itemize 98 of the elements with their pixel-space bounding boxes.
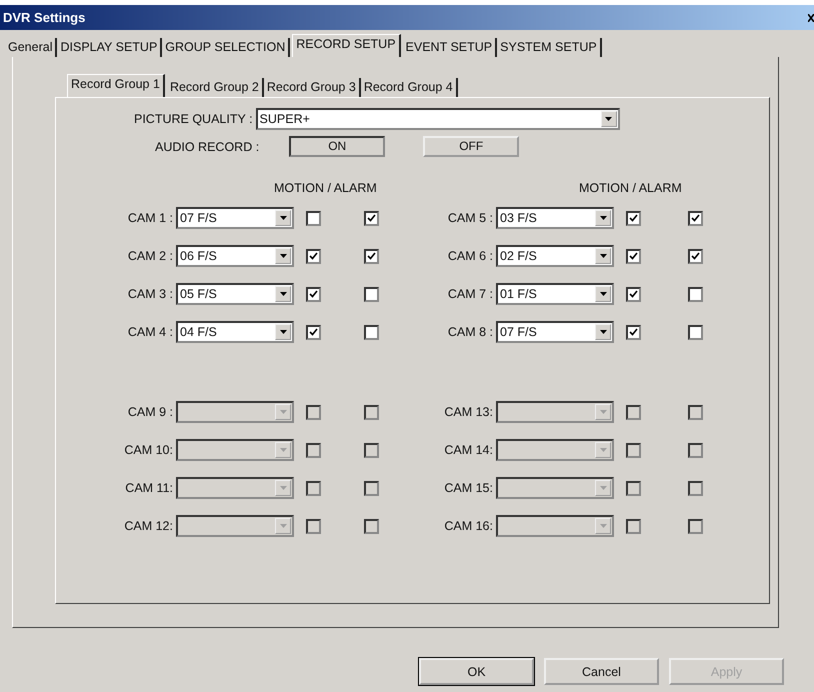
dialog-button[interactable]: OK <box>419 658 534 685</box>
column-header: MOTION / ALARM <box>579 181 683 197</box>
checkmark-icon <box>309 328 318 336</box>
checkbox[interactable] <box>364 248 379 264</box>
camera-label: CAM 5 : <box>446 211 494 225</box>
caret-icon <box>280 292 286 296</box>
caret-icon <box>600 448 606 452</box>
window-title: DVR Settings <box>3 10 86 25</box>
camera-label: CAM 14: <box>443 443 494 457</box>
tab[interactable]: Record Group 1 <box>67 74 165 97</box>
camera-label: CAM 16: <box>443 519 494 533</box>
camera-label: CAM 4 : <box>126 325 174 339</box>
tab[interactable]: Record Group 3 <box>264 78 361 97</box>
checkbox[interactable] <box>626 324 641 340</box>
checkbox[interactable] <box>688 324 703 340</box>
caret-icon <box>280 486 286 490</box>
camera-label: CAM 9 : <box>126 405 174 419</box>
column-header: MOTION / ALARM <box>274 181 378 197</box>
caret-icon <box>280 448 286 452</box>
camera-label: CAM 15: <box>443 481 494 495</box>
camera-label: CAM 13: <box>443 405 494 419</box>
caret-icon <box>600 292 606 296</box>
tab[interactable]: General <box>5 38 58 57</box>
dropdown-button[interactable] <box>275 286 291 302</box>
caret-icon <box>280 330 286 334</box>
checkbox[interactable] <box>626 286 641 302</box>
caret-icon <box>600 524 606 528</box>
camera-label: CAM 6 : <box>446 249 494 263</box>
frame-rate-dropdown[interactable]: 05 F/S <box>176 283 294 305</box>
toggle-button[interactable]: OFF <box>423 136 520 157</box>
tab[interactable]: DISPLAY SETUP <box>57 38 162 57</box>
checkbox[interactable] <box>626 248 641 264</box>
tab[interactable]: Record Group 4 <box>360 78 458 97</box>
checkbox[interactable] <box>626 210 641 226</box>
camera-label: CAM 7 : <box>446 287 494 301</box>
tab[interactable]: GROUP SELECTION <box>162 38 290 57</box>
caret-icon <box>280 524 286 528</box>
checkbox[interactable] <box>688 286 703 302</box>
caret-icon <box>600 216 606 220</box>
checkbox[interactable] <box>306 286 321 302</box>
checkbox[interactable] <box>364 210 379 226</box>
close-icon[interactable] <box>808 14 814 22</box>
dropdown-button[interactable] <box>595 248 611 264</box>
dropdown-button[interactable] <box>595 210 611 226</box>
frame-rate-dropdown[interactable]: 07 F/S <box>496 321 614 343</box>
caret-icon <box>600 330 606 334</box>
dropdown-button[interactable] <box>595 286 611 302</box>
checkmark-icon <box>629 214 638 222</box>
checkmark-icon <box>691 252 700 260</box>
checkbox[interactable] <box>306 324 321 340</box>
frame-rate-dropdown[interactable]: 07 F/S <box>176 207 294 229</box>
checkmark-icon <box>629 290 638 298</box>
dialog-button[interactable]: Cancel <box>544 658 659 685</box>
caret-icon <box>280 254 286 258</box>
tab[interactable]: SYSTEM SETUP <box>497 38 602 57</box>
camera-label: CAM 11: <box>124 481 174 495</box>
tab[interactable]: EVENT SETUP <box>402 38 498 57</box>
field-label: AUDIO RECORD : <box>155 140 260 154</box>
checkbox[interactable] <box>364 286 379 302</box>
tab[interactable]: RECORD SETUP <box>292 34 401 57</box>
camera-label: CAM 2 : <box>126 249 174 263</box>
dropdown-button[interactable] <box>275 210 291 226</box>
checkbox[interactable] <box>306 210 321 226</box>
checkmark-icon <box>629 328 638 336</box>
camera-label: CAM 12: <box>123 519 174 533</box>
field-label: PICTURE QUALITY : <box>134 112 253 126</box>
dropdown-button[interactable] <box>275 324 291 340</box>
frame-rate-dropdown[interactable]: 01 F/S <box>496 283 614 305</box>
frame-rate-dropdown[interactable]: 03 F/S <box>496 207 614 229</box>
frame-rate-dropdown[interactable]: 02 F/S <box>496 245 614 267</box>
caret-icon <box>600 410 606 414</box>
caret-icon <box>600 254 606 258</box>
checkbox[interactable] <box>688 210 703 226</box>
camera-label: CAM 3 : <box>126 287 174 301</box>
caret-icon <box>280 410 286 414</box>
checkmark-icon <box>367 214 376 222</box>
checkmark-icon <box>691 214 700 222</box>
checkbox[interactable] <box>364 324 379 340</box>
toggle-button[interactable]: ON <box>289 136 386 157</box>
caret-icon <box>280 216 286 220</box>
checkbox[interactable] <box>306 248 321 264</box>
frame-rate-dropdown[interactable]: 04 F/S <box>176 321 294 343</box>
checkmark-icon <box>367 252 376 260</box>
camera-label: CAM 8 : <box>446 325 494 339</box>
dropdown-button[interactable] <box>600 111 617 127</box>
caret-icon <box>605 117 612 121</box>
dropdown-button[interactable] <box>275 248 291 264</box>
camera-label: CAM 10: <box>123 443 174 457</box>
quality-dropdown[interactable]: SUPER+ <box>256 108 620 130</box>
camera-label: CAM 1 : <box>126 211 174 225</box>
dropdown-button[interactable] <box>595 324 611 340</box>
tab[interactable]: Record Group 2 <box>166 78 264 97</box>
caret-icon <box>600 486 606 490</box>
checkmark-icon <box>309 252 318 260</box>
checkmark-icon <box>629 252 638 260</box>
frame-rate-dropdown[interactable]: 06 F/S <box>176 245 294 267</box>
checkmark-icon <box>309 290 318 298</box>
checkbox[interactable] <box>688 248 703 264</box>
